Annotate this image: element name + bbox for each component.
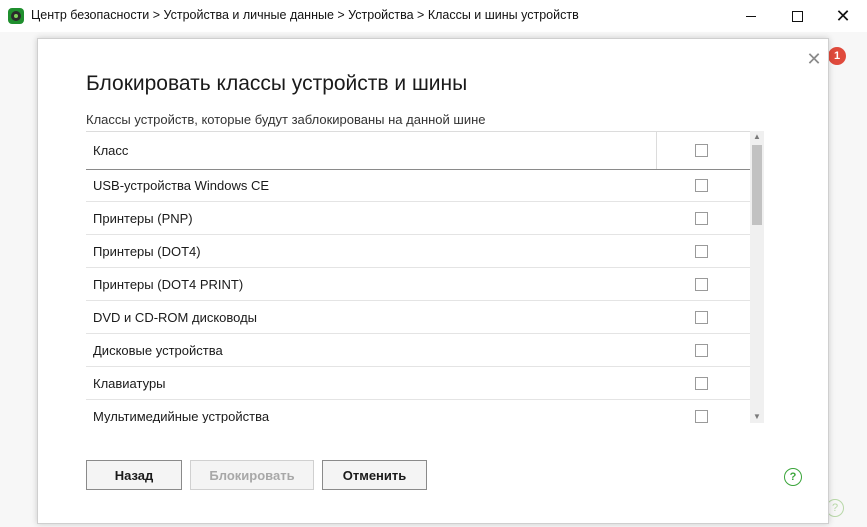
table-row[interactable]: USB-устройства Windows CE: [86, 169, 750, 202]
close-window-button[interactable]: ✕: [820, 0, 866, 32]
table-row[interactable]: Принтеры (DOT4): [86, 235, 750, 268]
table-row[interactable]: Клавиатуры: [86, 367, 750, 400]
minimize-icon: [746, 15, 756, 17]
dialog-subtitle: Классы устройств, которые будут заблокир…: [86, 112, 486, 127]
row-label: Клавиатуры: [93, 376, 166, 391]
maximize-button[interactable]: [774, 0, 820, 32]
app-shield-icon: [8, 8, 24, 24]
dialog-title: Блокировать классы устройств и шины: [86, 72, 468, 95]
window-titlebar: Центр безопасности > Устройства и личные…: [0, 0, 867, 32]
row-checkbox[interactable]: [695, 179, 708, 192]
table-scrollbar[interactable]: ▲ ▼: [750, 131, 764, 423]
row-checkbox[interactable]: [695, 278, 708, 291]
row-label: Мультимедийные устройства: [93, 409, 270, 423]
table-row[interactable]: Принтеры (PNP): [86, 202, 750, 235]
minimize-button[interactable]: [728, 0, 774, 32]
help-icon[interactable]: ?: [784, 468, 802, 486]
row-label: Принтеры (DOT4 PRINT): [93, 277, 244, 292]
block-button[interactable]: Блокировать: [190, 460, 314, 490]
column-divider: [656, 132, 657, 169]
back-button[interactable]: Назад: [86, 460, 182, 490]
scrollbar-thumb[interactable]: [752, 145, 762, 225]
notification-badge[interactable]: 1: [828, 47, 846, 65]
row-checkbox[interactable]: [695, 212, 708, 225]
scroll-down-arrow-icon[interactable]: ▼: [750, 411, 764, 423]
row-label: Принтеры (PNP): [93, 211, 193, 226]
row-checkbox[interactable]: [695, 311, 708, 324]
row-label: Принтеры (DOT4): [93, 244, 201, 259]
table-body: USB-устройства Windows CE Принтеры (PNP)…: [86, 169, 750, 423]
select-all-checkbox[interactable]: [695, 144, 708, 157]
row-checkbox[interactable]: [695, 410, 708, 423]
row-label: Дисковые устройства: [93, 343, 223, 358]
table-row[interactable]: Мультимедийные устройства: [86, 400, 750, 423]
dialog-close-icon[interactable]: ✕: [804, 49, 824, 69]
scroll-up-arrow-icon[interactable]: ▲: [750, 131, 764, 143]
device-class-table: Класс USB-устройства Windows CE Принтеры…: [86, 131, 764, 423]
block-device-classes-dialog: ✕ Блокировать классы устройств и шины Кл…: [37, 38, 829, 524]
table-row[interactable]: Принтеры (DOT4 PRINT): [86, 268, 750, 301]
column-header-class: Класс: [93, 143, 129, 158]
table-row[interactable]: Дисковые устройства: [86, 334, 750, 367]
row-checkbox[interactable]: [695, 377, 708, 390]
row-checkbox[interactable]: [695, 245, 708, 258]
row-checkbox[interactable]: [695, 344, 708, 357]
window-title: Центр безопасности > Устройства и личные…: [31, 8, 579, 22]
row-label: USB-устройства Windows CE: [93, 178, 270, 193]
table-row[interactable]: DVD и CD-ROM дисководы: [86, 301, 750, 334]
row-label: DVD и CD-ROM дисководы: [93, 310, 258, 325]
table-header: Класс: [86, 131, 750, 170]
cancel-button[interactable]: Отменить: [322, 460, 427, 490]
close-icon: ✕: [835, 6, 851, 26]
maximize-icon: [791, 10, 803, 22]
